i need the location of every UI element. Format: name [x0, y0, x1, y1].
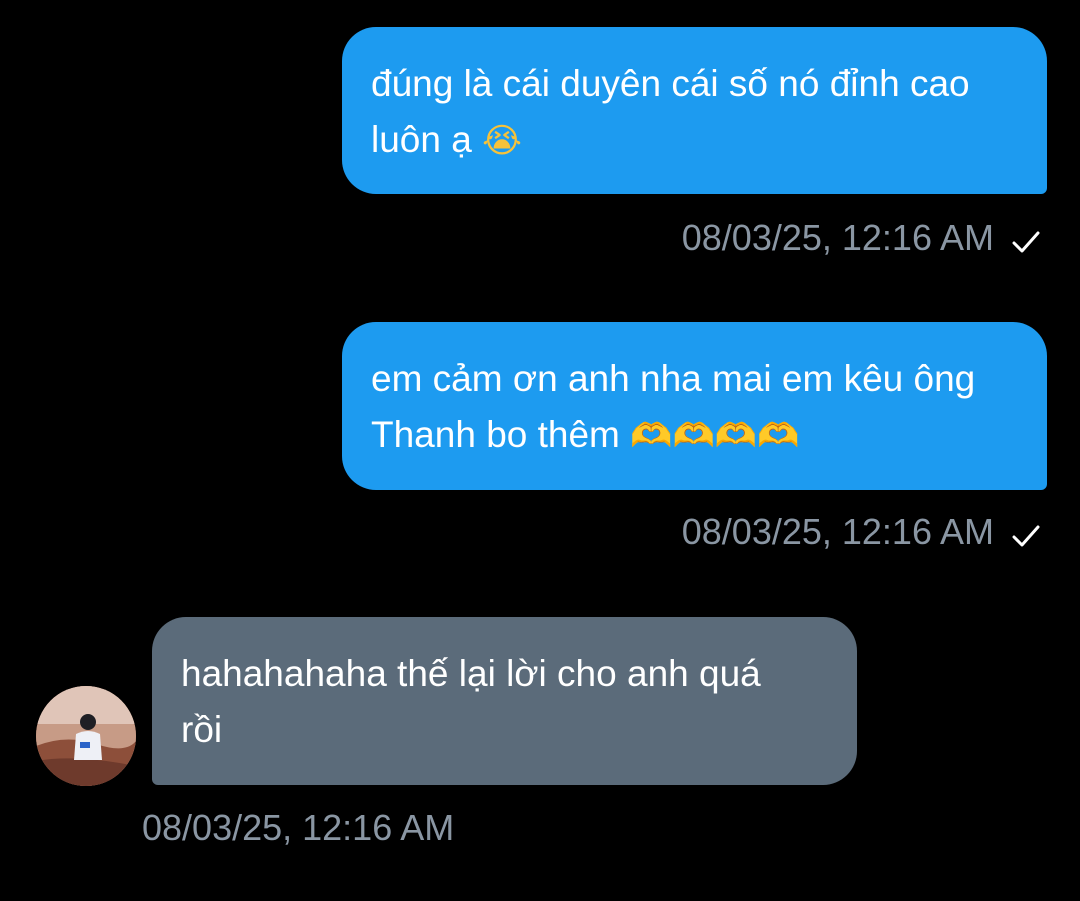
message-text-line: rồi [181, 709, 223, 750]
avatar-image [36, 686, 136, 786]
message-text-line: đúng là cái duyên cái số nó đỉnh cao [371, 63, 970, 104]
message-timestamp: 08/03/25, 12:16 AM [681, 217, 994, 258]
message-meta: 08/03/25, 12:16 AM [682, 216, 1042, 260]
check-icon [1012, 525, 1040, 547]
message-text: luôn ạ [371, 119, 472, 160]
message-text: Thanh bo thêm [371, 414, 620, 455]
message-timestamp: 08/03/25, 12:16 AM [142, 807, 455, 848]
message-meta: 08/03/25, 12:16 AM [682, 510, 1042, 554]
message-bubble-received[interactable]: hahahahaha thế lại lời cho anh quá rồi [152, 617, 857, 785]
message-text-line: em cảm ơn anh nha mai em kêu ông [371, 358, 976, 399]
avatar[interactable] [36, 686, 136, 786]
heart-hands-emoji-icon: 🫶🫶🫶🫶 [630, 416, 800, 456]
message-text-line: Thanh bo thêm 🫶🫶🫶🫶 [371, 407, 1007, 464]
message-text-line: hahahahaha thế lại lời cho anh quá [181, 653, 761, 694]
check-icon [1012, 231, 1040, 253]
message-text-line: luôn ạ 😭 [371, 112, 1007, 169]
message-bubble-sent[interactable]: đúng là cái duyên cái số nó đỉnh cao luô… [342, 27, 1047, 194]
crying-face-emoji-icon: 😭 [482, 121, 522, 161]
message-timestamp: 08/03/25, 12:16 AM [681, 511, 994, 552]
message-bubble-sent[interactable]: em cảm ơn anh nha mai em kêu ông Thanh b… [342, 322, 1047, 490]
